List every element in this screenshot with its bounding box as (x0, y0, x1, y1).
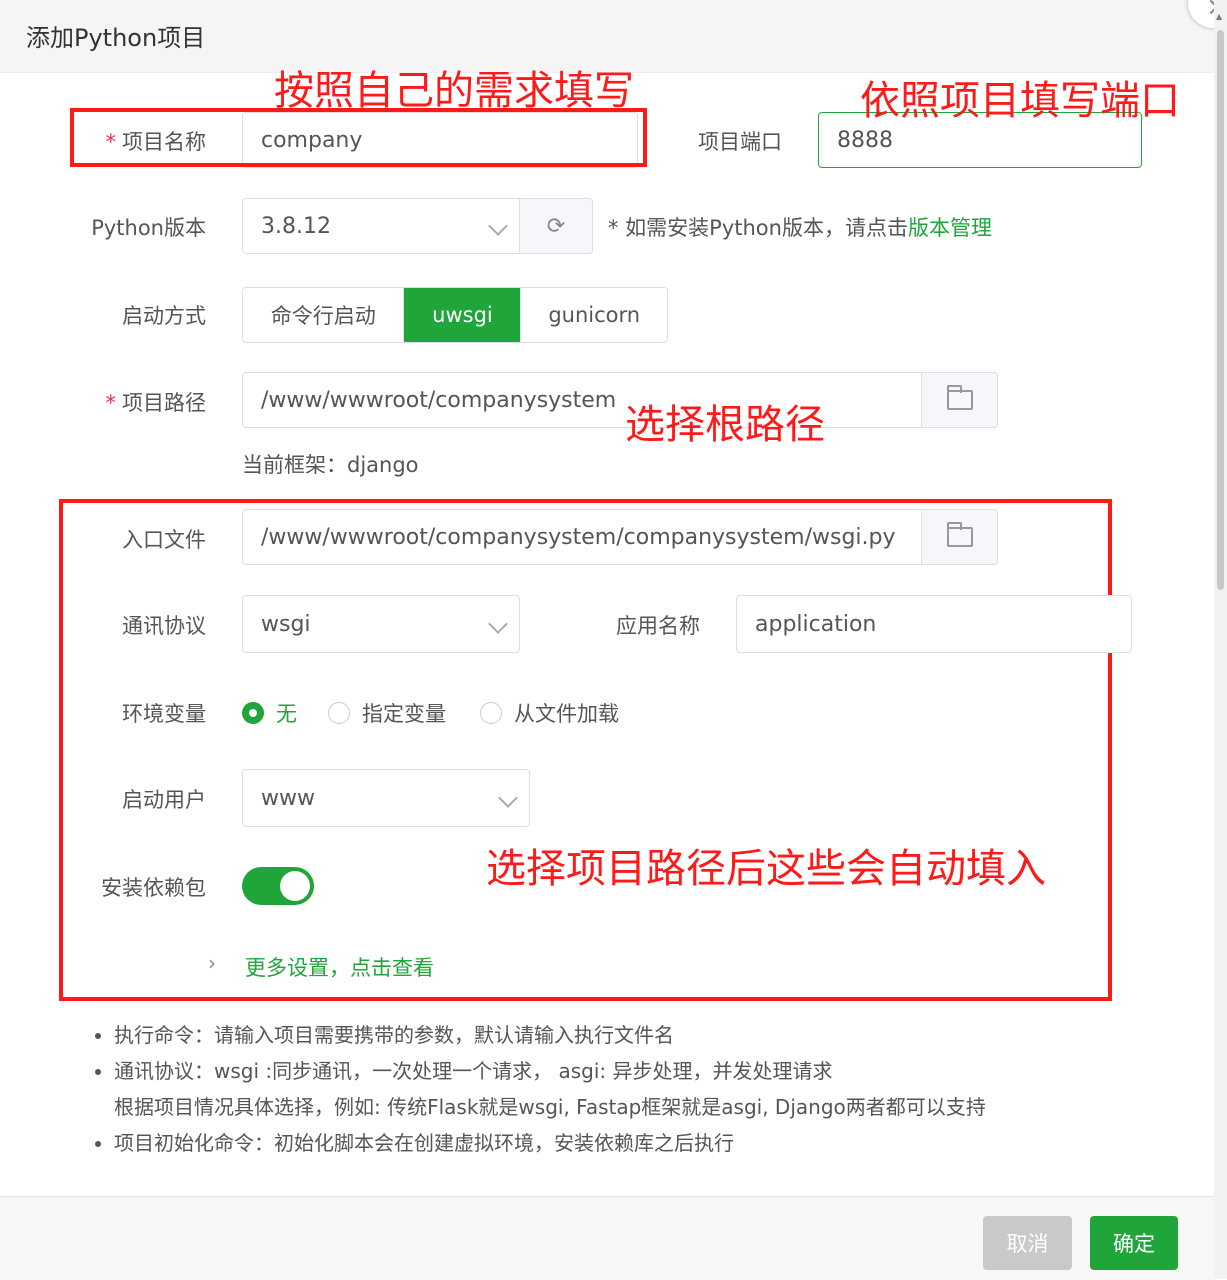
python-version-select[interactable]: 3.8.12 (242, 198, 520, 254)
env-radio-none[interactable]: 无 (242, 698, 297, 728)
env-radio-specify[interactable]: 指定变量 (328, 698, 446, 728)
python-version-label: Python版本 (91, 216, 206, 240)
entry-file-browse-button[interactable] (921, 509, 998, 565)
folder-icon (946, 385, 973, 410)
entry-file-input[interactable]: /www/wwwroot/companysystem/companysystem… (242, 509, 922, 565)
start-mode-segmented: 命令行启动 uwsgi gunicorn (242, 287, 668, 343)
run-user-label: 启动用户 (122, 788, 206, 812)
help-item-continued: 根据项目情况具体选择，例如: 传统Flask就是wsgi, Fastap框架就是… (114, 1095, 986, 1119)
start-mode-option-uwsgi[interactable]: uwsgi (404, 288, 522, 342)
protocol-label: 通讯协议 (122, 614, 206, 638)
chevron-right-icon[interactable]: › (208, 951, 216, 975)
install-deps-label: 安装依赖包 (101, 876, 206, 900)
annotation-port-hint: 依照项目填写端口 (860, 78, 1180, 124)
annotation-auto-hint: 选择项目路径后这些会自动填入 (486, 846, 1046, 892)
toggle-knob (280, 871, 310, 901)
annotation-box-name (70, 108, 647, 167)
project-path-browse-button[interactable] (921, 372, 998, 428)
chevron-down-icon (488, 216, 508, 236)
cancel-button[interactable]: 取消 (983, 1216, 1072, 1270)
project-port-label: 项目端口 (698, 130, 782, 154)
confirm-button[interactable]: 确定 (1090, 1216, 1178, 1270)
chevron-down-icon (488, 614, 508, 634)
env-label: 环境变量 (122, 702, 206, 726)
more-settings-link[interactable]: 更多设置，点击查看 (245, 952, 434, 982)
help-item: 通讯协议：wsgi :同步通讯，一次处理一个请求， asgi: 异步处理，并发处… (114, 1053, 1190, 1089)
chevron-down-icon (498, 788, 518, 808)
scrollbar[interactable]: ▲ (1214, 0, 1227, 1279)
help-item: 执行命令：请输入项目需要携带的参数，默认请输入执行文件名 (114, 1017, 1190, 1053)
python-version-note: * 如需安装Python版本，请点击版本管理 (608, 216, 992, 240)
env-radio-file[interactable]: 从文件加载 (480, 698, 619, 728)
radio-icon (328, 702, 350, 724)
refresh-icon: ⟳ (546, 213, 566, 239)
project-path-label: * 项目路径 (105, 391, 207, 415)
scroll-up-icon[interactable]: ▲ (1216, 12, 1222, 21)
annotation-box-auto (59, 499, 1112, 1001)
app-name-input[interactable]: application (736, 595, 1132, 653)
start-mode-option-gunicorn[interactable]: gunicorn (521, 288, 667, 342)
run-user-select[interactable]: www (242, 769, 530, 827)
annotation-name-hint: 按照自己的需求填写 (274, 68, 634, 114)
start-mode-label: 启动方式 (122, 304, 206, 328)
radio-checked-icon (242, 702, 264, 724)
app-name-label: 应用名称 (616, 614, 700, 638)
help-list: 执行命令：请输入项目需要携带的参数，默认请输入执行文件名 通讯协议：wsgi :… (90, 1017, 1190, 1161)
radio-icon (480, 702, 502, 724)
dialog-title: 添加Python项目 (26, 24, 206, 52)
start-mode-option-cli[interactable]: 命令行启动 (243, 288, 405, 342)
annotation-path-hint: 选择根路径 (625, 402, 825, 448)
folder-icon (946, 522, 973, 547)
current-framework: 当前框架：django (242, 453, 419, 477)
refresh-button[interactable]: ⟳ (519, 198, 593, 254)
scrollbar-thumb[interactable] (1217, 30, 1224, 590)
protocol-select[interactable]: wsgi (242, 595, 520, 653)
help-item: 项目初始化命令：初始化脚本会在创建虚拟环境，安装依赖库之后执行 (114, 1125, 1190, 1161)
entry-file-label: 入口文件 (122, 528, 206, 552)
version-manage-link[interactable]: 版本管理 (908, 216, 992, 240)
install-deps-toggle[interactable] (242, 867, 314, 905)
